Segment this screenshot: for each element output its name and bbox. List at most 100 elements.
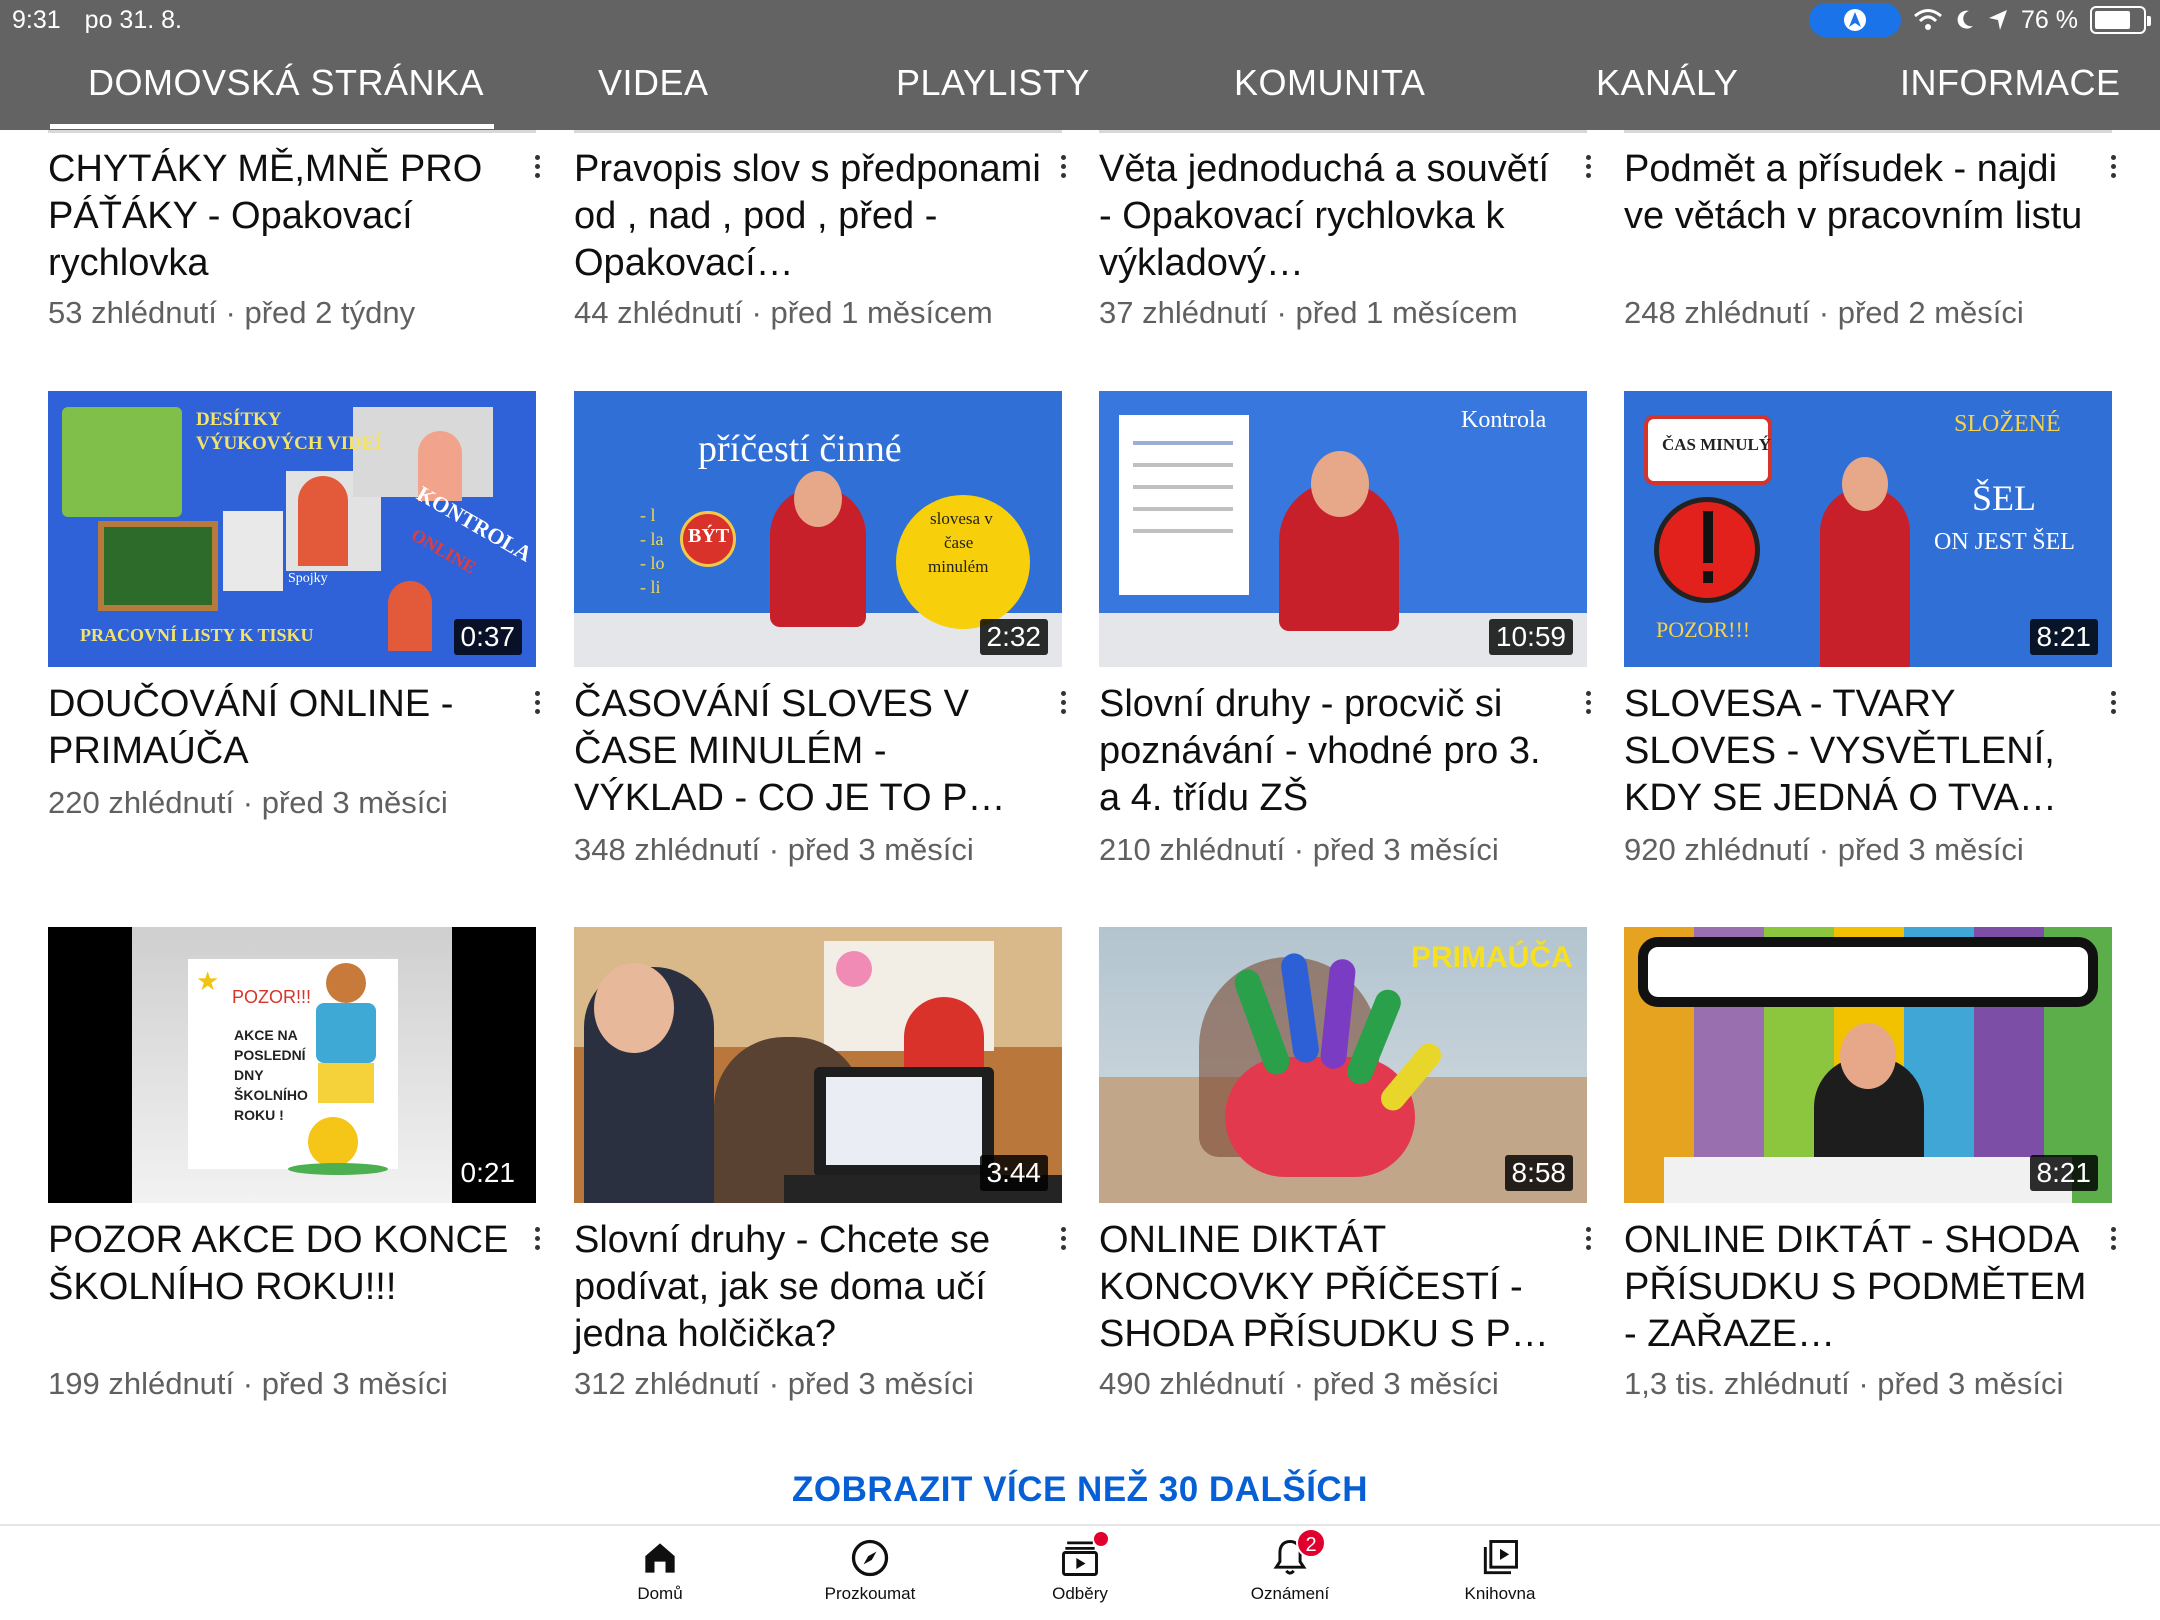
more-options-icon[interactable] bbox=[1573, 682, 1603, 722]
video-thumbnail[interactable]: 8:21 bbox=[1624, 927, 2112, 1203]
battery-icon bbox=[2090, 6, 2151, 34]
thumbnail-text: příčestí činné bbox=[698, 428, 902, 470]
thumbnail-text: ŠEL bbox=[1972, 478, 2037, 518]
video-thumbnail[interactable]: DESÍTKY VÝUKOVÝCH VIDEÍ KONTROLA ONLINE … bbox=[48, 391, 536, 667]
tab-home[interactable]: DOMOVSKÁ STRÁNKA bbox=[88, 62, 484, 104]
video-title[interactable]: DOUČOVÁNÍ ONLINE - PRIMAÚČA bbox=[48, 681, 518, 775]
location-arrow-icon bbox=[1989, 10, 2008, 30]
video-thumbnail[interactable]: příčestí činné BÝT - l - la - lo - li sl… bbox=[574, 391, 1062, 667]
thumbnail-edge bbox=[1624, 130, 2112, 133]
more-options-icon[interactable] bbox=[522, 1218, 552, 1258]
video-meta: 312 zhlédnutí · před 3 měsíci bbox=[574, 1366, 974, 1401]
new-content-dot bbox=[1094, 1532, 1108, 1546]
video-thumbnail[interactable]: ★ POZOR!!! AKCE NA POSLEDNÍ DNY ŠKOLNÍHO… bbox=[48, 927, 536, 1203]
thumbnail-edge bbox=[574, 130, 1062, 133]
nav-label: Knihovna bbox=[1464, 1584, 1536, 1603]
more-options-icon[interactable] bbox=[1048, 1218, 1078, 1258]
more-options-icon[interactable] bbox=[1573, 1218, 1603, 1258]
battery-percent: 76 % bbox=[2021, 5, 2078, 34]
thumbnail-text: PRIMAÚČA bbox=[1411, 941, 1573, 974]
video-title[interactable]: ONLINE DIKTÁT KONCOVKY PŘÍČESTÍ - SHODA … bbox=[1099, 1217, 1569, 1358]
more-options-icon[interactable] bbox=[2098, 1218, 2128, 1258]
nav-label: Prozkoumat bbox=[824, 1584, 916, 1603]
selected-tab-indicator bbox=[50, 124, 494, 129]
navigation-icon bbox=[1844, 9, 1867, 31]
thumbnail-text: BÝT bbox=[688, 525, 730, 547]
video-duration: 0:37 bbox=[453, 619, 522, 655]
moon-icon bbox=[1957, 10, 1974, 29]
more-options-icon[interactable] bbox=[1573, 146, 1603, 186]
video-title[interactable]: ČASOVÁNÍ SLOVES V ČASE MINULÉM - VÝKLAD … bbox=[574, 681, 1044, 822]
thumbnail-edge bbox=[1099, 130, 1587, 133]
bottom-navigation: Domů Prozkoumat Odběry 2 Oznámení Knihov… bbox=[0, 1524, 2160, 1620]
subscriptions-icon bbox=[1058, 1532, 1108, 1580]
thumbnail-text: POZOR!!! bbox=[232, 987, 312, 1007]
video-duration: 8:21 bbox=[2029, 619, 2098, 655]
video-title[interactable]: Slovní druhy - Chcete se podívat, jak se… bbox=[574, 1217, 1044, 1358]
video-duration: 3:44 bbox=[979, 1155, 1048, 1191]
video-title[interactable]: ONLINE DIKTÁT - SHODA PŘÍSUDKU S PODMĚTE… bbox=[1624, 1217, 2094, 1358]
status-time: 9:31 bbox=[12, 6, 61, 34]
more-options-icon[interactable] bbox=[522, 682, 552, 722]
home-icon bbox=[638, 1536, 682, 1580]
video-thumbnail[interactable]: 3:44 bbox=[574, 927, 1062, 1203]
more-options-icon[interactable] bbox=[2098, 146, 2128, 186]
tab-videos[interactable]: VIDEA bbox=[598, 62, 709, 104]
show-more-button[interactable]: ZOBRAZIT VÍCE NEŽ 30 DALŠÍCH bbox=[0, 1470, 2160, 1510]
more-options-icon[interactable] bbox=[522, 146, 552, 186]
nav-label: Domů bbox=[637, 1584, 683, 1603]
thumbnail-text: ON JEST ŠEL bbox=[1934, 529, 2075, 555]
nav-subscriptions[interactable]: Odběry bbox=[990, 1532, 1170, 1604]
video-title[interactable]: CHYTÁKY MĚ,MNĚ PRO PÁŤÁKY - Opakovací ry… bbox=[48, 146, 518, 287]
more-options-icon[interactable] bbox=[2098, 682, 2128, 722]
thumbnail-text: - li bbox=[640, 577, 661, 597]
video-title[interactable]: Pravopis slov s předponami od , nad , po… bbox=[574, 146, 1044, 287]
video-meta: 53 zhlédnutí · před 2 týdny bbox=[48, 295, 416, 330]
video-duration: 8:21 bbox=[2029, 1155, 2098, 1191]
nav-label: Oznámení bbox=[1250, 1584, 1330, 1603]
video-duration: 0:21 bbox=[453, 1155, 522, 1191]
thumbnail-text: - l bbox=[640, 505, 656, 525]
video-meta: 44 zhlédnutí · před 1 měsícem bbox=[574, 295, 993, 330]
video-title[interactable]: Podmět a přísudek - najdi ve větách v pr… bbox=[1624, 146, 2094, 240]
video-thumbnail[interactable]: Kontrola 10:59 bbox=[1099, 391, 1587, 667]
video-title[interactable]: Slovní druhy - procvič si poznávání - vh… bbox=[1099, 681, 1569, 822]
nav-home[interactable]: Domů bbox=[570, 1536, 750, 1604]
notification-count-badge: 2 bbox=[1296, 1528, 1326, 1558]
tab-about[interactable]: INFORMACE bbox=[1900, 62, 2121, 104]
battery-level bbox=[2095, 11, 2130, 29]
video-title[interactable]: POZOR AKCE DO KONCE ŠKOLNÍHO ROKU!!! bbox=[48, 1217, 518, 1311]
video-meta: 1,3 tis. zhlédnutí · před 3 měsíci bbox=[1624, 1366, 2064, 1401]
nav-notifications[interactable]: 2 Oznámení bbox=[1200, 1528, 1380, 1604]
video-title[interactable]: SLOVESA - TVARY SLOVES - VYSVĚTLENÍ, KDY… bbox=[1624, 681, 2094, 822]
video-title[interactable]: Věta jednoduchá a souvětí - Opakovací ry… bbox=[1099, 146, 1569, 287]
wifi-icon bbox=[1914, 9, 1942, 30]
video-duration: 2:32 bbox=[979, 619, 1048, 655]
status-date: po 31. 8. bbox=[84, 6, 182, 34]
video-duration: 10:59 bbox=[1488, 619, 1573, 655]
thumbnail-text: DESÍTKY bbox=[196, 409, 282, 430]
thumbnail-text: ROKU ! bbox=[234, 1107, 284, 1123]
tab-channels[interactable]: KANÁLY bbox=[1596, 62, 1738, 104]
status-bar: 9:31 po 31. 8. 76 % bbox=[0, 0, 2160, 40]
video-duration: 8:58 bbox=[1504, 1155, 1573, 1191]
video-meta: 248 zhlédnutí · před 2 měsíci bbox=[1624, 295, 2024, 330]
thumbnail-text: POSLEDNÍ bbox=[234, 1047, 306, 1063]
thumbnail-text: čase bbox=[944, 533, 974, 552]
tab-playlists[interactable]: PLAYLISTY bbox=[896, 62, 1090, 104]
video-meta: 37 zhlédnutí · před 1 měsícem bbox=[1099, 295, 1518, 330]
more-options-icon[interactable] bbox=[1048, 146, 1078, 186]
compass-icon bbox=[848, 1536, 892, 1580]
nav-explore[interactable]: Prozkoumat bbox=[780, 1536, 960, 1604]
nav-library[interactable]: Knihovna bbox=[1410, 1536, 1590, 1604]
video-thumbnail[interactable]: PRIMAÚČA 8:58 bbox=[1099, 927, 1587, 1203]
video-meta: 199 zhlédnutí · před 3 měsíci bbox=[48, 1366, 448, 1401]
thumbnail-text: - la bbox=[640, 529, 664, 549]
video-thumbnail[interactable]: ČAS MINULÝ POZOR!!! SLOŽENÉ ŠEL ON JEST … bbox=[1624, 391, 2112, 667]
thumbnail-text: - lo bbox=[640, 553, 665, 573]
thumbnail-text: ŠKOLNÍHO bbox=[234, 1087, 308, 1103]
thumbnail-text: ČAS MINULÝ bbox=[1662, 435, 1772, 454]
more-options-icon[interactable] bbox=[1048, 682, 1078, 722]
tab-community[interactable]: KOMUNITA bbox=[1234, 62, 1425, 104]
video-meta: 348 zhlédnutí · před 3 měsíci bbox=[574, 832, 974, 867]
